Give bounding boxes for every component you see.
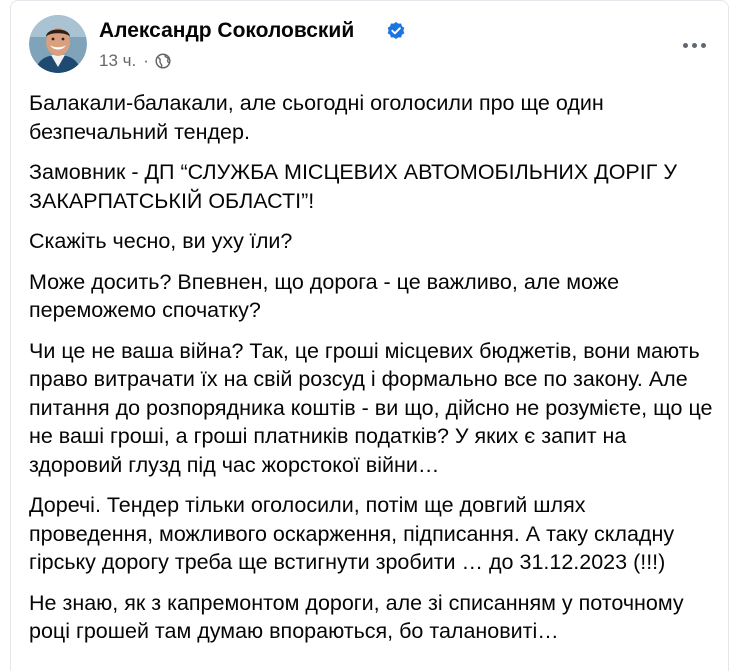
avatar[interactable] (29, 15, 87, 73)
meta-separator: · (143, 51, 149, 70)
post-paragraph: Балакали-балакали, але сьогодні оголосил… (29, 91, 604, 144)
verified-badge-icon (387, 22, 405, 39)
author-name[interactable]: Александр Соколовский (99, 19, 354, 43)
more-options-icon (700, 42, 706, 48)
post-card: Александр Соколовский 13 ч. · Балакали-б… (10, 0, 729, 671)
post-paragraph: Замовник - ДП “СЛУЖБА МІСЦЕВИХ АВТОМОБІЛ… (29, 160, 678, 213)
avatar-photo (29, 15, 87, 73)
more-options-button[interactable] (678, 33, 710, 57)
post-timestamp[interactable]: 13 ч. (99, 51, 136, 71)
post-paragraph: Скажіть чесно, ви уху їли? (29, 229, 293, 253)
post-header: Александр Соколовский 13 ч. · (29, 15, 710, 75)
post-meta: 13 ч. · (99, 51, 171, 71)
globe-icon[interactable] (155, 53, 171, 69)
post-paragraph: Чи це не ваша війна? Так, це гроші місце… (29, 338, 713, 477)
more-options-icon (691, 42, 697, 48)
post-paragraph: Не знаю, як з капремонтом дороги, але зі… (29, 590, 684, 644)
post-text: Балакали-балакали, але сьогодні оголосил… (29, 89, 714, 658)
post-paragraph: Доречі. Тендер тільки оголосили, потім щ… (29, 493, 675, 574)
post-paragraph: Може досить? Впевнен, що дорога - це важ… (29, 269, 620, 323)
more-options-icon (682, 42, 688, 48)
